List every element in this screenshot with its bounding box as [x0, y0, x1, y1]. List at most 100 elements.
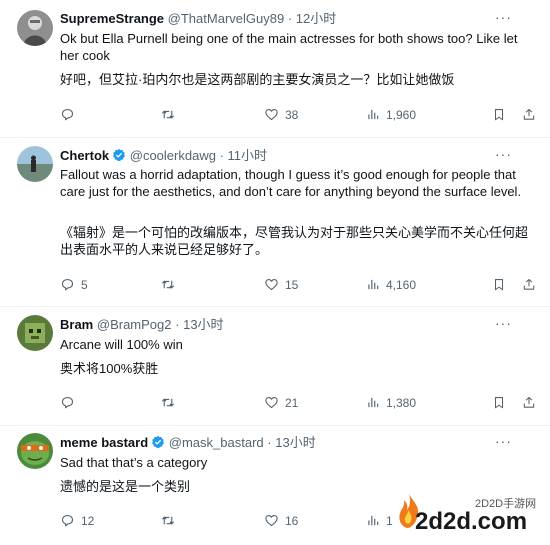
share-icon — [523, 109, 535, 120]
reply-icon — [61, 108, 74, 121]
like-button[interactable]: 16 — [264, 513, 298, 528]
separator-dot: · — [219, 148, 224, 163]
views-count: 1,960 — [386, 107, 417, 122]
like-button[interactable]: 38 — [264, 107, 298, 122]
bookmark-icon — [494, 397, 504, 409]
retweet-icon — [161, 516, 175, 525]
share-icon — [523, 279, 535, 290]
user-handle[interactable]: @coolerkdawg — [130, 148, 216, 163]
views-icon — [368, 397, 379, 408]
watermark-domain: 2d2d.com — [415, 508, 528, 535]
reply-count: 12 — [81, 513, 95, 528]
timestamp[interactable]: 11小时 — [228, 148, 268, 163]
display-name[interactable]: SupremeStrange — [60, 11, 164, 26]
timestamp[interactable]: 12小时 — [296, 11, 336, 26]
verified-icon — [152, 435, 165, 449]
like-count: 38 — [285, 107, 299, 122]
tweet-text: Ok but Ella Purnell being one of the mai… — [60, 31, 518, 63]
tweet-translation: 好吧，但艾拉·珀内尔也是这两部剧的主要女演员之一？比如让她做饭 — [60, 72, 455, 87]
reply-count: 5 — [81, 277, 88, 292]
action-bar: 5 15 4,160 — [60, 277, 535, 295]
bookmark-icon — [494, 279, 504, 291]
avatar[interactable] — [17, 433, 53, 469]
views-button[interactable]: 1 — [366, 513, 393, 528]
like-count: 21 — [285, 395, 299, 410]
retweet-button[interactable] — [160, 277, 182, 292]
like-button[interactable]: 21 — [264, 395, 298, 410]
tweet-header: Chertok @coolerkdawg · 11小时 — [60, 148, 267, 164]
display-name[interactable]: Bram — [60, 317, 93, 332]
views-count: 4,160 — [386, 277, 417, 292]
views-icon — [368, 515, 379, 526]
avatar[interactable] — [17, 146, 53, 182]
user-handle[interactable]: @mask_bastard — [169, 435, 264, 450]
divider — [0, 425, 550, 426]
tweet-translation: 《辐射》是一个可怕的改编版本，尽管我认为对于那些只关心美学而不关心任何超出表面水… — [60, 225, 529, 257]
views-icon — [368, 279, 379, 290]
reply-icon — [61, 278, 74, 291]
more-icon[interactable]: ··· — [495, 9, 512, 25]
share-button[interactable] — [522, 277, 536, 292]
like-button[interactable]: 15 — [264, 277, 298, 292]
retweet-button[interactable] — [160, 107, 182, 122]
views-button[interactable]: 1,960 — [366, 107, 416, 122]
avatar-image — [17, 433, 53, 469]
like-icon — [265, 396, 278, 409]
share-button[interactable] — [522, 107, 536, 122]
retweet-button[interactable] — [160, 513, 182, 528]
bookmark-button[interactable] — [492, 395, 506, 410]
reply-icon — [61, 396, 74, 409]
tweet-header: meme bastard @mask_bastard · 13小时 — [60, 435, 316, 451]
like-count: 15 — [285, 277, 299, 292]
tweet-text: Fallout was a horrid adaptation, though … — [60, 167, 522, 199]
reply-button[interactable] — [60, 395, 81, 410]
views-count: 1,380 — [386, 395, 417, 410]
bookmark-button[interactable] — [492, 107, 506, 122]
avatar[interactable] — [17, 10, 53, 46]
bookmark-icon — [494, 109, 504, 121]
views-count: 1 — [386, 513, 393, 528]
watermark: 2D2D手游网 2d2d.com — [395, 488, 550, 544]
display-name[interactable]: Chertok — [60, 148, 109, 163]
divider — [0, 306, 550, 307]
retweet-icon — [161, 110, 175, 119]
reply-button[interactable] — [60, 107, 81, 122]
share-icon — [523, 397, 535, 408]
timestamp[interactable]: 13小时 — [183, 317, 223, 332]
like-icon — [265, 108, 278, 121]
like-icon — [265, 514, 278, 527]
timestamp[interactable]: 13小时 — [275, 435, 315, 450]
more-icon[interactable]: ··· — [495, 146, 512, 162]
separator-dot: · — [267, 435, 272, 450]
separator-dot: · — [287, 11, 293, 26]
views-button[interactable]: 1,380 — [366, 395, 416, 410]
user-handle[interactable]: @BramPog2 — [97, 317, 172, 332]
retweet-icon — [161, 398, 175, 407]
share-button[interactable] — [522, 395, 536, 410]
views-icon — [368, 109, 379, 120]
avatar-image — [17, 146, 53, 182]
reply-button[interactable]: 5 — [60, 277, 88, 292]
display-name[interactable]: meme bastard — [60, 435, 148, 450]
like-count: 16 — [285, 513, 299, 528]
retweet-icon — [161, 280, 175, 289]
separator-dot: · — [175, 317, 180, 332]
tweet-header: Bram @BramPog2 · 13小时 — [60, 317, 224, 333]
divider — [0, 137, 550, 138]
tweet-header: SupremeStrange @ThatMarvelGuy89 · 12小时 — [60, 11, 336, 27]
tweet-translation: 奥术将100%获胜 — [60, 361, 159, 376]
action-bar: 38 1,960 — [60, 107, 535, 125]
retweet-button[interactable] — [160, 395, 182, 410]
more-icon[interactable]: ··· — [495, 433, 512, 449]
tweet-text: Arcane will 100% win — [60, 337, 183, 352]
bookmark-button[interactable] — [492, 277, 506, 292]
reply-icon — [61, 514, 74, 527]
reply-button[interactable]: 12 — [60, 513, 94, 528]
action-bar: 21 1,380 — [60, 395, 535, 413]
views-button[interactable]: 4,160 — [366, 277, 416, 292]
more-icon[interactable]: ··· — [495, 315, 512, 331]
user-handle[interactable]: @ThatMarvelGuy89 — [168, 11, 285, 26]
avatar[interactable] — [17, 315, 53, 351]
avatar-image — [17, 10, 53, 46]
tweet-text: Sad that that’s a category — [60, 455, 208, 470]
